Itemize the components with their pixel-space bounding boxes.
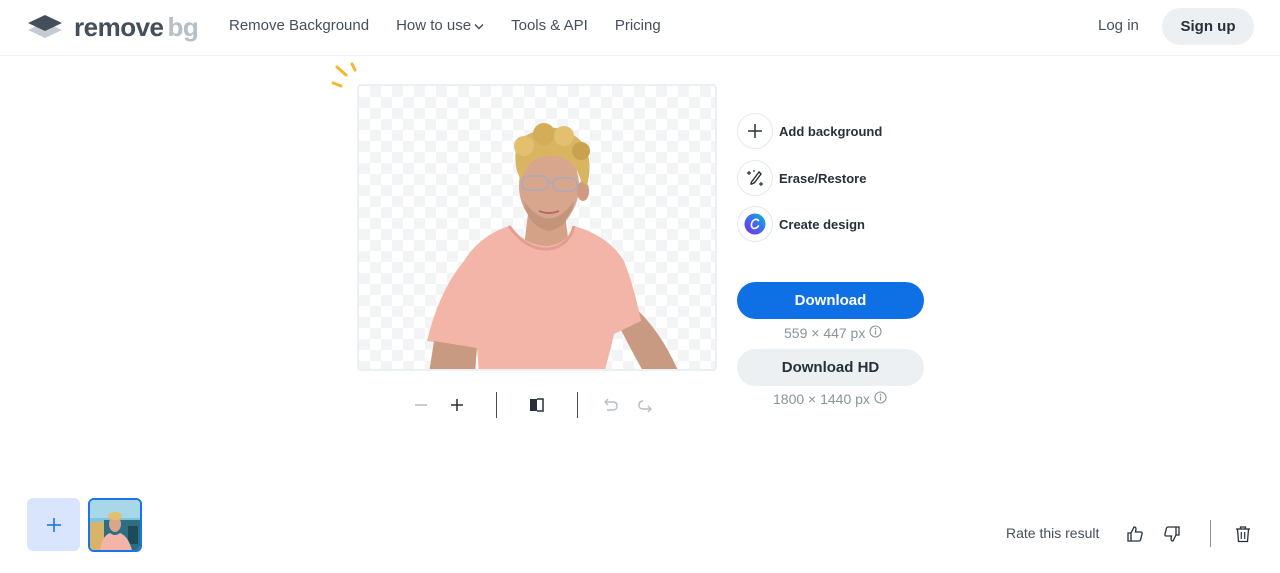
compare-icon [530,398,544,412]
canva-logo-icon [744,213,766,235]
zoom-out-button[interactable] [406,390,436,420]
action-icon-wrap [737,113,773,149]
plus-icon [451,399,463,411]
redo-button[interactable] [631,390,661,420]
delete-button[interactable] [1231,522,1255,546]
logo-word-bg: bg [167,12,199,42]
logo[interactable]: remove bg [26,12,199,42]
chevron-down-icon [474,17,484,34]
nav-remove-background[interactable]: Remove Background [229,17,369,34]
nav-label: Tools & API [511,17,588,34]
info-icon[interactable] [874,391,887,407]
add-background-button[interactable]: Add background [737,113,882,149]
undo-icon [604,398,618,411]
nav-tools-api[interactable]: Tools & API [511,17,588,34]
download-hd-dimensions: 1800 × 1440 px [773,391,887,407]
nav-label: Pricing [614,17,661,34]
nav-pricing[interactable]: Pricing [615,17,661,34]
image-thumbnail[interactable] [88,498,142,552]
nav-label: How to use [396,17,472,34]
nav-how-to-use[interactable]: How to use [396,17,484,34]
toolbar-divider [577,392,578,418]
thumbnail-image [90,500,140,550]
thumbs-up-button[interactable] [1123,522,1147,546]
thumbs-down-button[interactable] [1160,522,1184,546]
add-image-button[interactable] [27,498,80,551]
thumbs-down-icon [1164,526,1180,542]
magic-brush-icon [747,170,763,186]
result-image [427,123,678,369]
trash-icon [1236,526,1250,543]
redo-icon [638,400,652,413]
minus-icon [415,404,427,406]
dimensions-text: 559 × 447 px [784,325,866,341]
compare-button[interactable] [522,390,552,420]
toolbar-divider [496,392,497,418]
info-icon[interactable] [869,325,882,341]
thumbs-up-icon [1127,526,1143,542]
dimensions-text: 1800 × 1440 px [773,391,870,407]
preview-toolbar [405,390,665,420]
action-label: Create design [779,216,865,232]
layers-logo-icon [28,15,62,38]
action-label: Add background [779,123,883,139]
download-dimensions: 559 × 447 px [784,325,882,341]
signup-button[interactable]: Sign up [1162,8,1254,45]
plus-icon [748,124,762,138]
download-button[interactable]: Download [737,282,924,319]
rate-result-label: Rate this result [1006,525,1100,541]
action-icon-wrap [737,160,773,196]
erase-restore-button[interactable]: Erase/Restore [737,160,866,196]
main-nav: Remove Background How to use Tools & API… [229,17,688,34]
login-link[interactable]: Log in [1098,17,1139,34]
logo-wordmark: remove bg [74,12,199,42]
undo-button[interactable] [595,390,625,420]
result-preview[interactable] [357,84,717,371]
top-nav-bar: remove bg Remove Background How to use To… [0,0,1280,56]
logo-word-remove: remove [74,12,164,42]
action-icon-wrap [737,206,773,242]
bottom-divider [1210,520,1211,547]
zoom-in-button[interactable] [442,390,472,420]
nav-label: Remove Background [229,17,370,34]
action-label: Erase/Restore [779,170,867,186]
plus-icon [46,517,61,532]
download-hd-button[interactable]: Download HD [737,349,924,386]
create-design-button[interactable]: Create design [737,206,865,242]
